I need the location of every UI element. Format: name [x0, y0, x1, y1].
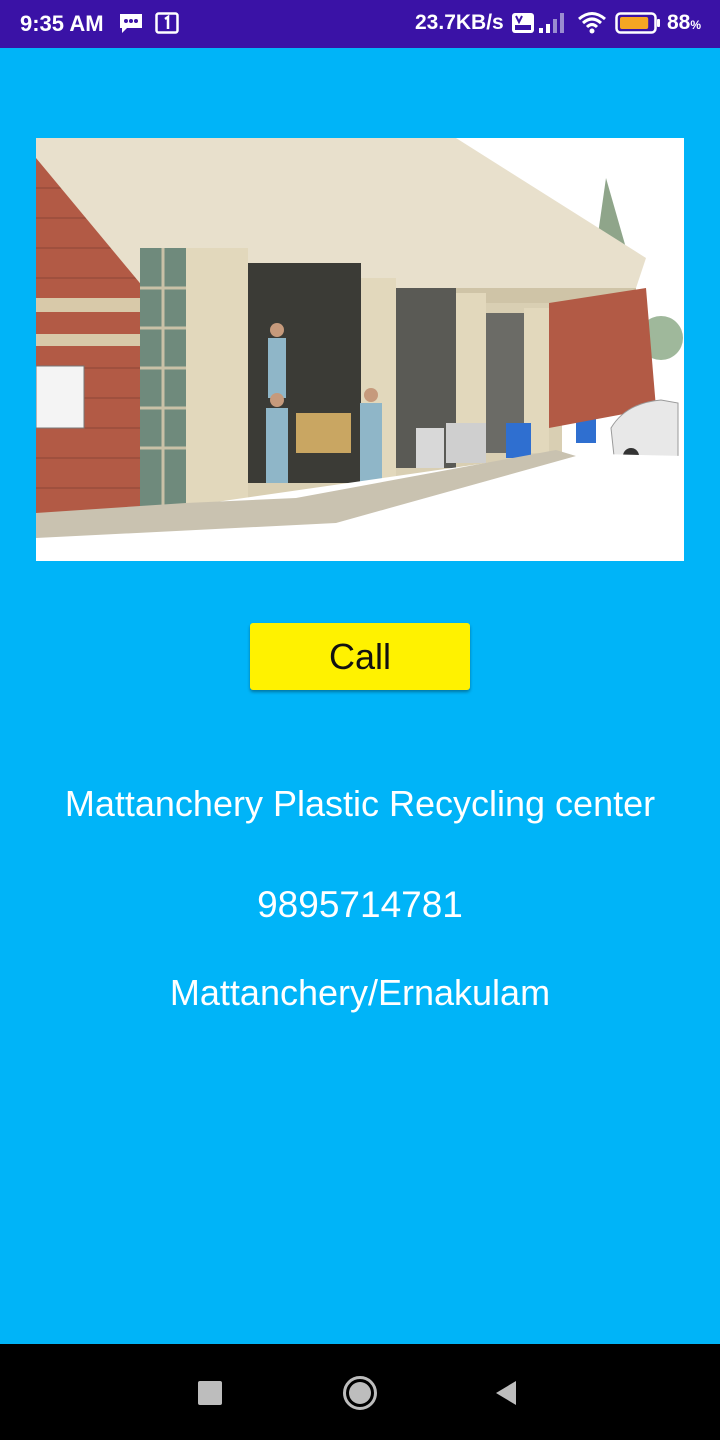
call-button[interactable]: Call — [250, 623, 470, 690]
home-icon[interactable] — [342, 1375, 378, 1411]
navigation-bar — [0, 1344, 720, 1440]
recents-icon[interactable] — [198, 1381, 222, 1405]
sim-icon — [155, 12, 179, 34]
message-icon — [120, 14, 142, 33]
center-name: Mattanchery Plastic Recycling center — [64, 783, 656, 824]
phone-number: 9895714781 — [257, 884, 463, 925]
recycling-center-photo — [36, 138, 684, 561]
battery-percent: 88% — [667, 11, 702, 34]
signal-icon — [539, 13, 564, 33]
network-speed: 23.7KB/s — [415, 11, 504, 34]
wifi-icon — [578, 12, 606, 34]
status-time: 9:35 AM — [20, 11, 104, 36]
battery-icon — [615, 12, 660, 34]
status-bar: 9:35 AM 23.7KB/s 88% — [0, 0, 720, 48]
back-icon[interactable] — [494, 1380, 518, 1406]
location: Mattanchery/Ernakulam — [169, 972, 551, 1013]
volte-icon — [512, 13, 534, 33]
